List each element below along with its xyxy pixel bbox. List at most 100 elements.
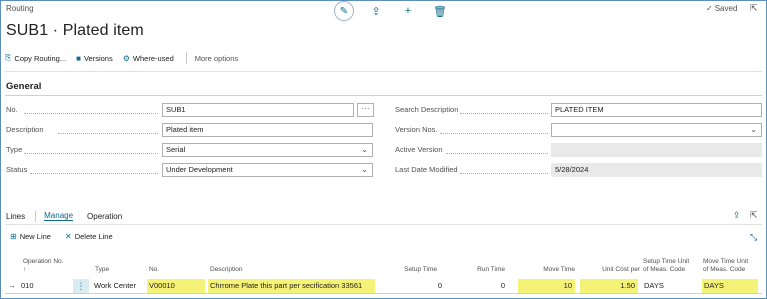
type-label: Type — [6, 145, 23, 154]
table-row[interactable]: → 010 ⋮ Work Center V00010 Chrrome Plate… — [5, 279, 762, 293]
cell-run-time[interactable]: 0 — [445, 279, 508, 293]
cell-setup-time-unit[interactable]: DAYS — [642, 279, 699, 293]
field-leader — [24, 153, 158, 154]
action-bar: ⎘ Copy Routing... ■ Versions ⚙ Where-use… — [5, 49, 248, 67]
col-run-time[interactable]: Run Time — [445, 266, 505, 274]
saved-status: ✓ Saved — [706, 4, 737, 13]
lines-action-bar: ⊞ New Line ✕ Delete Line — [10, 232, 127, 241]
field-leader — [58, 133, 158, 134]
col-setup-time-unit-line1: Setup Time Unit — [643, 258, 690, 265]
copy-routing-button[interactable]: ⎘ Copy Routing... — [5, 53, 66, 63]
version-nos-label: Version Nos. — [395, 125, 438, 134]
no-label: No. — [6, 105, 18, 114]
status-label: Status — [6, 165, 28, 174]
description-label: Description — [6, 125, 44, 134]
open-in-new-window-icon[interactable]: ⇱ — [750, 3, 758, 14]
last-date-modified-label: Last Date Modified — [395, 165, 458, 174]
status-value: Under Development — [166, 165, 233, 174]
col-no[interactable]: No. — [149, 266, 159, 274]
chevron-down-icon: ⌄ — [750, 125, 757, 134]
tab-manage[interactable]: Manage — [44, 211, 74, 221]
col-move-time-unit-line1: Move Time Unit — [703, 258, 749, 265]
trash-icon[interactable]: 🗑 — [430, 2, 450, 20]
row-actions-menu-icon[interactable]: ⋮ — [73, 279, 89, 293]
pencil-icon[interactable]: ✎ — [334, 1, 354, 21]
plus-icon[interactable]: + — [398, 2, 418, 20]
top-bar: Routing ✎ ⇪ + 🗑 ✓ Saved ⇱ — [0, 0, 765, 21]
active-version-field — [551, 143, 762, 157]
cell-setup-time[interactable]: 0 — [375, 279, 445, 293]
cell-move-time[interactable]: 10 — [518, 279, 575, 293]
versions-label: Versions — [83, 53, 113, 63]
page-title: SUB1 · Plated item — [6, 22, 144, 39]
cell-unit-cost-per[interactable]: 1.50 — [580, 279, 638, 293]
assist-edit-button[interactable]: ··· — [357, 103, 374, 117]
col-type[interactable]: Type — [95, 266, 109, 274]
field-leader — [460, 173, 548, 174]
where-used-button[interactable]: ⚙ Where-used — [123, 54, 174, 63]
sort-arrow-icon: ↑ — [23, 266, 27, 273]
versions-icon: ■ — [76, 53, 81, 63]
col-move-time[interactable]: Move Time — [515, 266, 575, 274]
cell-operation-no[interactable]: 010 — [19, 279, 71, 293]
col-unit-cost-per[interactable]: Unit Cost per — [580, 266, 640, 274]
col-setup-time-unit[interactable]: Setup Time Unit of Meas. Code — [643, 258, 689, 274]
top-icon-bar: ✎ ⇪ + 🗑 — [334, 1, 462, 21]
chevron-down-icon: ⌄ — [361, 165, 368, 174]
row-indicator-arrow-icon: → — [8, 281, 16, 290]
divider — [35, 210, 37, 222]
share-icon[interactable]: ⇪ — [733, 210, 741, 221]
divider — [5, 95, 762, 96]
chevron-down-icon: ⌄ — [361, 145, 368, 154]
new-line-label: New Line — [19, 232, 51, 241]
cell-move-time-unit[interactable]: DAYS — [702, 279, 758, 293]
col-operation-no[interactable]: Operation No. — [23, 258, 63, 266]
search-description-label: Search Description — [395, 105, 459, 114]
col-setup-time[interactable]: Setup Time — [375, 266, 437, 274]
active-version-label: Active Version — [395, 145, 443, 154]
delete-line-icon: ✕ — [64, 232, 72, 241]
divider — [5, 224, 762, 225]
col-setup-time-unit-line2: of Meas. Code — [643, 266, 686, 273]
copy-icon: ⎘ — [5, 53, 12, 62]
personalize-icon[interactable]: ⤡ — [750, 232, 757, 243]
lines-title[interactable]: Lines — [6, 212, 25, 221]
type-value: Serial — [166, 145, 186, 154]
last-date-modified-field: 5/28/2024 — [551, 163, 762, 177]
description-field[interactable]: Plated item — [162, 123, 373, 137]
versions-button[interactable]: ■ Versions — [76, 54, 113, 63]
new-line-button[interactable]: ⊞ New Line — [10, 232, 51, 241]
copy-routing-label: Copy Routing... — [14, 53, 67, 63]
checkmark-icon: ✓ — [706, 4, 713, 13]
section-general-title[interactable]: General — [6, 81, 41, 92]
more-options-button[interactable]: More options — [195, 54, 238, 63]
cell-description[interactable]: Chrrome Plate this part per secification… — [208, 279, 375, 293]
field-leader — [460, 113, 548, 114]
open-in-new-window-icon[interactable]: ⇱ — [750, 210, 758, 221]
field-leader — [446, 153, 548, 154]
action-divider — [185, 52, 187, 64]
saved-label: Saved — [714, 4, 738, 13]
no-field[interactable]: SUB1 — [162, 103, 354, 117]
field-leader — [30, 173, 158, 174]
delete-line-label: Delete Line — [74, 232, 113, 241]
lines-table-header: Operation No. ↑ Type No. Description Set… — [5, 256, 762, 278]
status-select[interactable]: Under Development ⌄ — [162, 163, 373, 177]
cell-type[interactable]: Work Center — [92, 279, 144, 293]
tab-operation[interactable]: Operation — [87, 212, 122, 221]
col-move-time-unit-line2: of Meas. Code — [703, 266, 746, 273]
divider — [5, 71, 762, 72]
col-move-time-unit[interactable]: Move Time Unit of Meas. Code — [703, 258, 748, 274]
version-nos-select[interactable]: ⌄ — [551, 123, 762, 137]
where-used-icon: ⚙ — [122, 53, 130, 63]
delete-line-button[interactable]: ✕ Delete Line — [65, 232, 113, 241]
field-leader — [24, 113, 158, 114]
field-leader — [440, 133, 548, 134]
type-select[interactable]: Serial ⌄ — [162, 143, 373, 157]
share-icon[interactable]: ⇪ — [366, 2, 386, 20]
cell-no[interactable]: V00010 — [147, 279, 205, 293]
row-divider — [5, 293, 762, 294]
breadcrumb[interactable]: Routing — [6, 4, 34, 13]
col-description[interactable]: Description — [210, 266, 243, 274]
search-description-field[interactable]: PLATED ITEM — [551, 103, 762, 117]
